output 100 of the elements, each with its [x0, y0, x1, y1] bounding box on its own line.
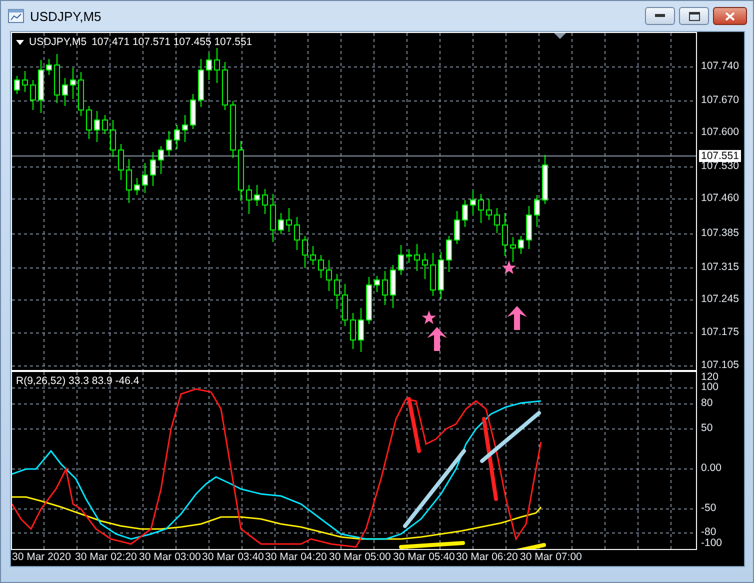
star-icon	[502, 260, 516, 274]
indicator-scale-label: 120	[701, 371, 719, 383]
candlestick	[126, 158, 132, 204]
price-label: 107.460	[701, 192, 739, 204]
time-label: 30 Mar 03:40	[202, 551, 264, 563]
arrow-up-icon	[507, 306, 527, 330]
candlestick	[446, 236, 452, 272]
indicator-scale-label: -100	[701, 537, 722, 549]
candlestick	[134, 178, 140, 196]
candlestick	[422, 252, 428, 280]
candlestick	[350, 312, 356, 350]
candlestick	[222, 62, 228, 110]
candlestick	[30, 80, 36, 110]
candlestick	[406, 248, 412, 264]
candlestick	[302, 236, 308, 268]
candlestick	[230, 100, 236, 158]
indicator-scale-label: -80	[701, 526, 716, 538]
price-label: 107.530	[701, 160, 739, 172]
candlestick	[526, 206, 532, 250]
indicator-scale-label: -50	[701, 502, 716, 514]
chart-symbol: USDJPY,M5	[29, 36, 87, 48]
candlestick	[22, 70, 28, 92]
candlestick	[254, 184, 260, 206]
candlestick	[518, 236, 524, 254]
candlestick	[278, 212, 284, 234]
candlestick	[238, 140, 244, 202]
candlestick	[318, 254, 324, 278]
candlestick	[510, 236, 516, 262]
maximize-icon	[688, 12, 700, 20]
candlestick	[262, 188, 268, 214]
candlestick	[214, 48, 220, 84]
time-label: 30 Mar 05:00	[329, 551, 391, 563]
candlestick	[182, 114, 188, 142]
candlestick	[110, 120, 116, 158]
candlestick	[342, 284, 348, 326]
time-label: 30 Mar 06:20	[456, 551, 518, 563]
candlestick	[102, 114, 108, 134]
time-label: 30 Mar 2020	[12, 551, 71, 563]
candlestick	[366, 276, 372, 324]
time-label: 30 Mar 03:00	[139, 551, 201, 563]
arrow-up-icon	[427, 327, 447, 351]
price-label: 107.740	[701, 60, 739, 72]
price-label: 107.670	[701, 94, 739, 106]
trend-line	[399, 541, 465, 549]
candlestick	[454, 210, 460, 244]
maximize-button[interactable]	[679, 7, 709, 25]
candlestick	[502, 212, 508, 256]
candlestick	[190, 94, 196, 130]
candlestick	[358, 308, 364, 352]
candlestick	[94, 110, 100, 142]
star-icon	[422, 310, 436, 324]
price-label: 107.315	[701, 261, 739, 273]
candlestick	[54, 54, 60, 104]
candlestick	[486, 198, 492, 220]
candlestick	[142, 162, 148, 194]
candlestick	[326, 260, 332, 292]
shift-marker-icon	[554, 33, 566, 39]
candlestick	[174, 124, 180, 150]
candlestick	[14, 76, 20, 94]
candlestick	[270, 194, 276, 242]
candlestick	[478, 194, 484, 224]
time-label: 30 Mar 07:00	[520, 551, 582, 563]
candlestick	[150, 152, 156, 186]
minimize-icon	[655, 14, 665, 18]
price-label: 107.175	[701, 326, 739, 338]
candlestick	[46, 58, 52, 76]
candlestick	[38, 60, 44, 114]
candlestick	[470, 190, 476, 216]
candlestick	[542, 154, 548, 204]
indicator-legend: R(9,26,52) 33.3 83.9 -46.4	[16, 375, 140, 387]
candlestick	[390, 264, 396, 308]
candlestick	[534, 194, 540, 228]
ohlc-values: 107.471 107.571 107.455 107.551	[92, 36, 252, 48]
close-button[interactable]	[713, 7, 747, 25]
candlestick	[310, 246, 316, 266]
price-label: 107.105	[701, 359, 739, 371]
candlestick	[494, 208, 500, 234]
candlestick	[430, 252, 436, 296]
candlestick	[118, 144, 124, 180]
candlestick	[334, 274, 340, 310]
minimize-button[interactable]	[645, 7, 675, 25]
current-price-label: 107.551	[699, 150, 741, 162]
price-label: 107.245	[701, 293, 739, 305]
candlestick	[398, 244, 404, 276]
time-label: 30 Mar 04:20	[265, 551, 327, 563]
indicator-scale-label: 0.00	[701, 462, 722, 474]
candlestick	[198, 58, 204, 108]
candlestick	[286, 208, 292, 232]
time-label: 30 Mar 02:20	[75, 551, 137, 563]
dropdown-icon[interactable]	[16, 40, 24, 44]
time-label: 30 Mar 05:40	[393, 551, 455, 563]
close-icon	[725, 12, 735, 20]
indicator-scale-label: 50	[701, 422, 713, 434]
candlestick	[78, 72, 84, 116]
indicator-scale-label: 100	[701, 381, 719, 393]
candlestick	[206, 52, 212, 80]
candlestick	[62, 78, 68, 106]
candlestick	[86, 106, 92, 140]
candlestick	[374, 276, 380, 292]
price-label: 107.385	[701, 227, 739, 239]
